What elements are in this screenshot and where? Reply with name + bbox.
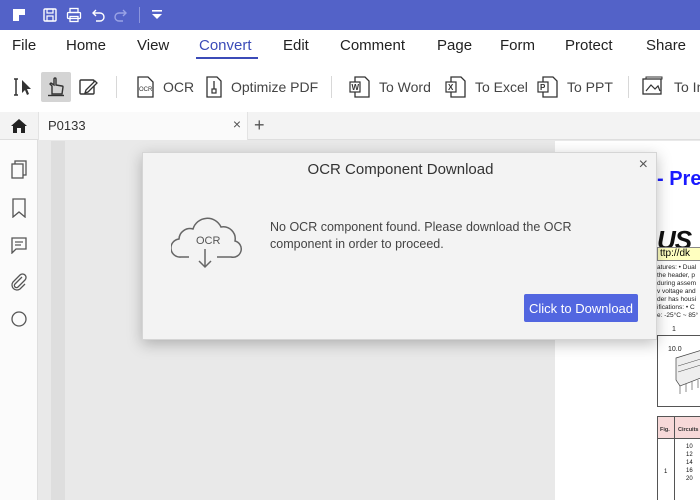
redo-icon[interactable] <box>112 6 130 24</box>
ocr-download-dialog: OCR Component Download × OCR No OCR comp… <box>142 152 657 340</box>
document-tab[interactable]: P0133 × <box>38 112 248 140</box>
spec-line: the header, p <box>657 272 695 279</box>
table-cell: 14 <box>686 460 693 466</box>
select-cursor-icon[interactable] <box>8 72 38 102</box>
doc-url-box: ttp://dk <box>657 247 700 261</box>
close-dialog-icon[interactable]: × <box>639 156 648 174</box>
excel-icon: X <box>445 76 466 98</box>
dialog-message: No OCR component found. Please download … <box>270 220 572 251</box>
toolbar-separator <box>628 76 629 98</box>
svg-text:X: X <box>448 83 454 92</box>
menu-edit[interactable]: Edit <box>283 37 309 54</box>
optimize-pdf-icon <box>206 76 222 98</box>
spec-line: during assem <box>657 280 697 287</box>
toolbar-separator <box>116 76 117 98</box>
to-excel-label: To Excel <box>475 79 528 95</box>
left-sidebar <box>0 140 38 500</box>
optimize-pdf-label: Optimize PDF <box>231 79 319 95</box>
close-tab-icon[interactable]: × <box>233 116 241 132</box>
spec-line: der has housi <box>657 296 697 303</box>
to-image-label: To In <box>674 79 700 95</box>
to-ppt-label: To PPT <box>567 79 613 95</box>
to-word-label: To Word <box>379 79 431 95</box>
cloud-download-icon: OCR <box>170 211 243 273</box>
menu-bar: File Home View Convert Edit Comment Page… <box>0 30 700 62</box>
ppt-icon: P <box>537 76 558 98</box>
menu-file[interactable]: File <box>12 37 36 54</box>
app-logo-icon[interactable] <box>10 6 28 24</box>
dialog-title: OCR Component Download <box>307 161 494 178</box>
to-image-button[interactable]: To In <box>642 74 700 100</box>
edit-tool-icon[interactable] <box>73 72 103 102</box>
table-cell: 10 <box>686 444 693 450</box>
menu-convert[interactable]: Convert <box>199 37 252 54</box>
doc-url-text: ttp://dk <box>660 248 691 259</box>
menu-share[interactable]: Share <box>646 37 686 54</box>
connector-drawing <box>675 350 700 394</box>
menu-view[interactable]: View <box>137 37 169 54</box>
spec-line: atures: • Dual <box>657 264 697 271</box>
table-fig-cell: 1 <box>664 469 668 475</box>
toolbar-separator <box>331 76 332 98</box>
optimize-pdf-button[interactable]: Optimize PDF <box>205 74 318 100</box>
customize-dropdown-icon[interactable] <box>148 6 166 24</box>
titlebar-separator <box>139 7 140 23</box>
table-cell: 12 <box>686 452 693 458</box>
home-tab[interactable] <box>0 112 38 140</box>
print-icon[interactable] <box>65 6 83 24</box>
doc-heading: - Pre <box>657 168 700 190</box>
document-tab-name: P0133 <box>48 118 86 133</box>
comment-icon[interactable] <box>9 235 29 255</box>
active-menu-indicator <box>196 57 258 59</box>
table-circuits-col: 10 12 14 16 20 <box>686 443 693 483</box>
to-word-button[interactable]: W To Word <box>349 74 431 100</box>
to-excel-button[interactable]: X To Excel <box>445 74 528 100</box>
page-edge-strip <box>51 141 65 500</box>
add-tab-icon[interactable]: + <box>254 115 265 136</box>
spec-line: e: -25°C ~ 85° <box>657 312 699 319</box>
menu-form[interactable]: Form <box>500 37 535 54</box>
ocr-label: OCR <box>163 79 195 95</box>
home-icon <box>11 119 27 133</box>
undo-icon[interactable] <box>89 6 107 24</box>
table-col-divider <box>674 417 675 500</box>
ocr-button[interactable]: OCR OCR <box>135 74 194 100</box>
table-header-circuits: Circuits <box>678 427 699 433</box>
table-header-fig: Fig. <box>660 427 670 433</box>
doc-figure-box: 10.0 <box>657 335 700 407</box>
ocr-icon: OCR <box>137 76 154 98</box>
menu-protect[interactable]: Protect <box>565 37 613 54</box>
search-panel-icon[interactable] <box>9 309 29 329</box>
doc-spec-table: Fig. Circuits D 10 12 14 16 20 1 <box>657 416 700 500</box>
doc-fig-label: 1 <box>672 326 676 333</box>
cloud-icon-text: OCR <box>196 235 221 247</box>
menu-comment[interactable]: Comment <box>340 37 405 54</box>
image-icon <box>642 76 663 95</box>
svg-text:OCR: OCR <box>139 87 153 93</box>
thumbnails-icon[interactable] <box>9 160 29 180</box>
hand-tool-icon[interactable] <box>41 72 71 102</box>
attachment-icon[interactable] <box>9 272 29 292</box>
download-button[interactable]: Click to Download <box>524 294 638 322</box>
save-icon[interactable] <box>41 6 59 24</box>
table-cell: 16 <box>686 468 693 474</box>
menu-page[interactable]: Page <box>437 37 472 54</box>
spec-line: v voltage and <box>657 288 696 295</box>
title-bar <box>0 0 700 30</box>
to-ppt-button[interactable]: P To PPT <box>537 74 613 100</box>
bookmark-icon[interactable] <box>9 198 29 218</box>
word-icon: W <box>349 76 370 98</box>
doc-spec-text: atures: • Dual the header, p during asse… <box>657 264 698 320</box>
svg-text:W: W <box>352 83 360 92</box>
menu-home[interactable]: Home <box>66 37 106 54</box>
tab-strip: P0133 × + <box>0 112 700 140</box>
table-cell: 20 <box>686 476 693 482</box>
svg-text:P: P <box>540 83 546 92</box>
toolbar: OCR OCR Optimize PDF W To Word X To Exce… <box>0 62 700 112</box>
spec-line: ifications: • C <box>657 304 695 311</box>
